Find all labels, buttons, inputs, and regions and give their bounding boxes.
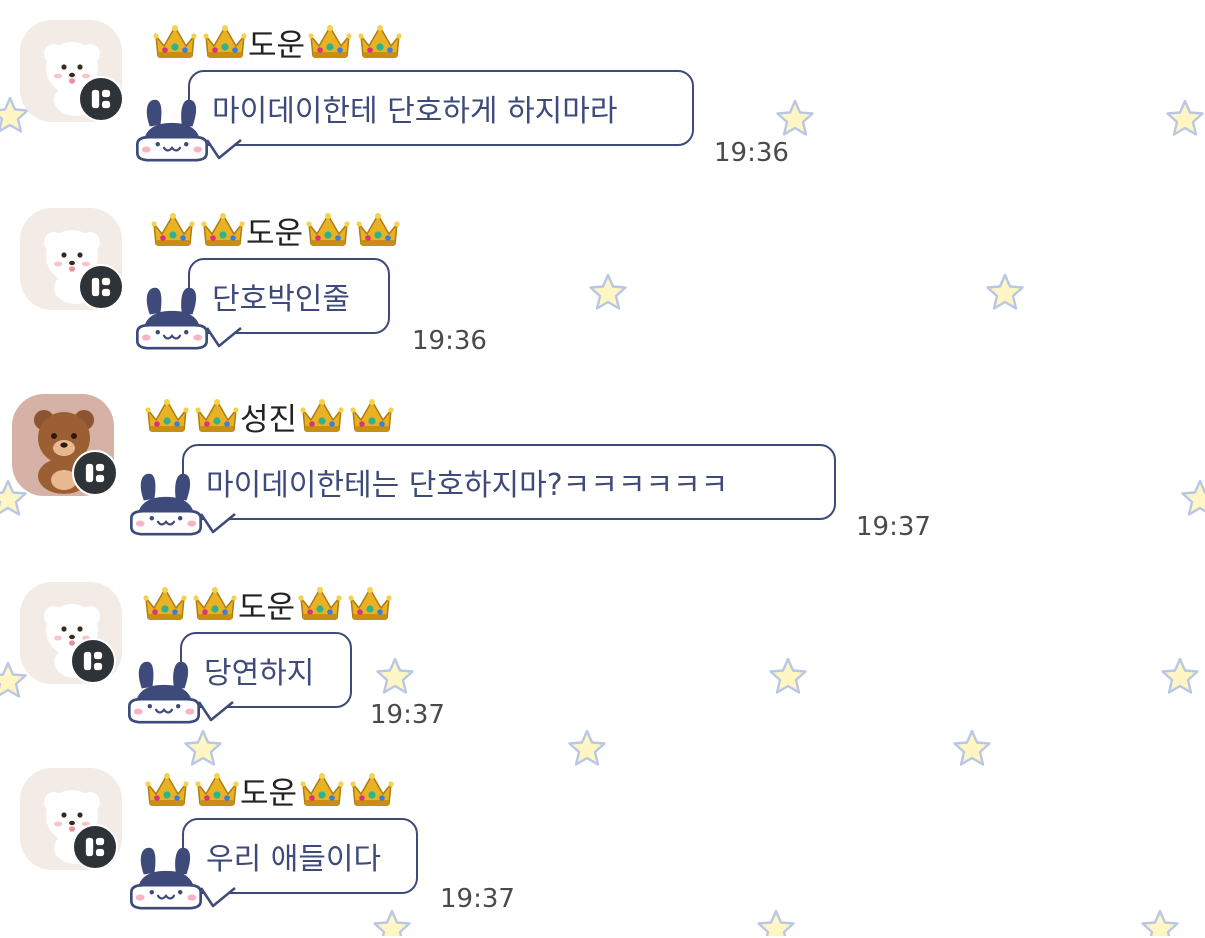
message-row: 성진 마이데이한테는 단호하지마?ㅋㅋㅋㅋㅋㅋ 19:37 xyxy=(0,384,1205,564)
sender-name: 도운 xyxy=(248,20,305,65)
crown-icon xyxy=(192,584,238,624)
app-badge-icon xyxy=(78,76,124,122)
sender-name: 성진 xyxy=(240,394,297,439)
message-row: 도운 마이데이한테 단호하게 하지마라 19:36 xyxy=(0,10,1205,190)
crown-icon xyxy=(297,584,343,624)
crown-icon xyxy=(299,770,345,810)
app-badge-icon xyxy=(70,638,116,684)
crown-icon xyxy=(152,22,198,62)
app-badge-icon xyxy=(72,450,118,496)
message-bubble[interactable]: 당연하지 xyxy=(180,632,352,708)
message-timestamp: 19:37 xyxy=(440,884,515,914)
sender-name: 도운 xyxy=(240,768,297,813)
crown-icon xyxy=(200,210,246,250)
crown-icon xyxy=(305,210,351,250)
crown-icon xyxy=(144,396,190,436)
message-bubble[interactable]: 마이데이한테 단호하게 하지마라 xyxy=(188,70,694,146)
message-timestamp: 19:37 xyxy=(370,700,445,730)
message-timestamp: 19:36 xyxy=(412,326,487,356)
crown-icon xyxy=(194,396,240,436)
crown-icon xyxy=(355,210,401,250)
bunny-sticker-icon xyxy=(132,94,212,166)
message-row: 도운 당연하지 19:37 xyxy=(0,572,1205,752)
crown-icon xyxy=(299,396,345,436)
message-timestamp: 19:36 xyxy=(714,138,789,168)
sender-name: 도운 xyxy=(246,208,303,253)
app-badge-icon xyxy=(72,824,118,870)
crown-icon xyxy=(144,770,190,810)
message-text: 단호박인줄 xyxy=(212,274,350,318)
bunny-sticker-icon xyxy=(132,282,212,354)
sender-name-row[interactable]: 도운 xyxy=(150,206,405,254)
message-bubble[interactable]: 우리 애들이다 xyxy=(182,818,418,894)
sender-name: 도운 xyxy=(238,582,295,627)
app-badge-icon xyxy=(78,264,124,310)
crown-icon xyxy=(357,22,403,62)
message-timestamp: 19:37 xyxy=(856,512,931,542)
sender-name-row[interactable]: 도운 xyxy=(152,18,407,66)
crown-icon xyxy=(347,584,393,624)
bunny-sticker-icon xyxy=(126,468,206,540)
sender-name-row[interactable]: 도운 xyxy=(142,580,397,628)
message-text: 마이데이한테 단호하게 하지마라 xyxy=(212,86,617,130)
crown-icon xyxy=(150,210,196,250)
message-row: 도운 단호박인줄 19:36 xyxy=(0,198,1205,378)
message-text: 마이데이한테는 단호하지마?ㅋㅋㅋㅋㅋㅋ xyxy=(206,460,728,504)
crown-icon xyxy=(349,396,395,436)
crown-icon xyxy=(202,22,248,62)
message-text: 우리 애들이다 xyxy=(206,834,381,878)
crown-icon xyxy=(349,770,395,810)
crown-icon xyxy=(142,584,188,624)
sender-name-row[interactable]: 도운 xyxy=(144,766,399,814)
message-text: 당연하지 xyxy=(204,648,314,692)
sender-name-row[interactable]: 성진 xyxy=(144,392,399,440)
bunny-sticker-icon xyxy=(124,656,204,728)
message-bubble[interactable]: 마이데이한테는 단호하지마?ㅋㅋㅋㅋㅋㅋ xyxy=(182,444,836,520)
crown-icon xyxy=(307,22,353,62)
message-row: 도운 우리 애들이다 19:37 xyxy=(0,758,1205,938)
crown-icon xyxy=(194,770,240,810)
bunny-sticker-icon xyxy=(126,842,206,914)
message-bubble[interactable]: 단호박인줄 xyxy=(188,258,390,334)
